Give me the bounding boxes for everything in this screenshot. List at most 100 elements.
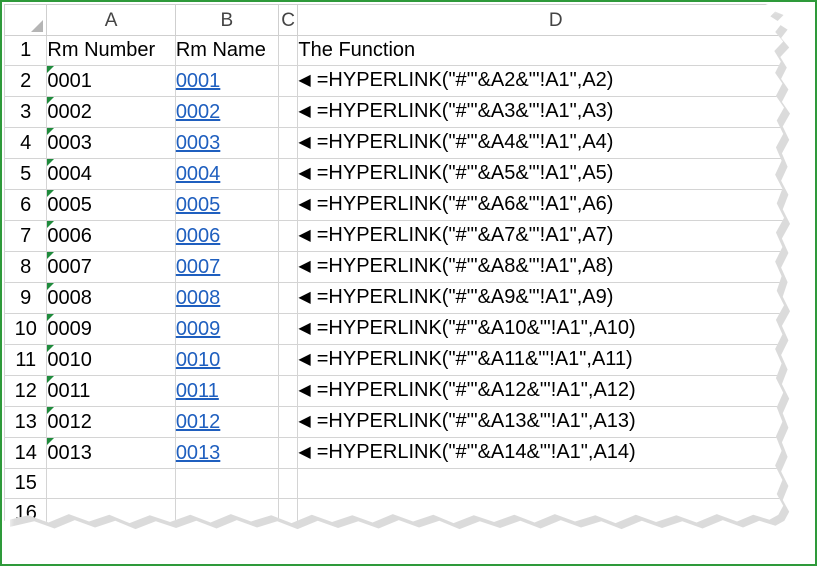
cell-rm-name[interactable]: 0001 <box>174 65 279 97</box>
cell-c[interactable] <box>277 344 299 376</box>
cell-c[interactable] <box>277 313 299 345</box>
rm-name-hyperlink[interactable]: 0009 <box>176 318 221 340</box>
cell-c[interactable] <box>277 65 299 97</box>
cell-function[interactable]: ◀ =HYPERLINK("#'"&A12&"'!A1",A12) <box>297 375 785 407</box>
row-header[interactable]: 13 <box>4 406 48 438</box>
column-header-d[interactable]: D <box>297 4 785 36</box>
column-header-a[interactable]: A <box>46 4 176 36</box>
cell-function[interactable]: ◀ =HYPERLINK("#'"&A11&"'!A1",A11) <box>297 344 785 376</box>
cell-c[interactable] <box>277 189 299 221</box>
cell-header-rm-number[interactable]: Rm Number <box>46 35 176 66</box>
cell-empty[interactable] <box>277 468 299 499</box>
cell-rm-number[interactable]: 0009 <box>46 313 176 345</box>
cell-function[interactable]: ◀ =HYPERLINK("#'"&A6&"'!A1",A6) <box>297 189 785 221</box>
cell-empty[interactable] <box>297 468 785 499</box>
row-header[interactable]: 11 <box>4 344 48 376</box>
rm-name-hyperlink[interactable]: 0007 <box>176 256 221 278</box>
rm-name-hyperlink[interactable]: 0012 <box>176 411 221 433</box>
error-indicator-icon <box>47 314 55 321</box>
cell-c[interactable] <box>277 437 299 469</box>
cell-function[interactable]: ◀ =HYPERLINK("#'"&A5&"'!A1",A5) <box>297 158 785 190</box>
row-header[interactable]: 12 <box>4 375 48 407</box>
cell-function[interactable]: ◀ =HYPERLINK("#'"&A4&"'!A1",A4) <box>297 127 785 159</box>
select-all-corner[interactable] <box>4 4 48 36</box>
cell-c[interactable] <box>277 158 299 190</box>
row-header[interactable]: 8 <box>4 251 48 283</box>
cell-c[interactable] <box>277 406 299 438</box>
cell-rm-number[interactable]: 0004 <box>46 158 176 190</box>
cell-empty[interactable] <box>46 468 176 499</box>
rm-name-hyperlink[interactable]: 0001 <box>176 70 221 92</box>
cell-rm-number[interactable]: 0013 <box>46 437 176 469</box>
cell-rm-name[interactable]: 0010 <box>174 344 279 376</box>
row-header[interactable]: 7 <box>4 220 48 252</box>
rm-name-hyperlink[interactable]: 0004 <box>176 163 221 185</box>
cell-rm-name[interactable]: 0007 <box>174 251 279 283</box>
rm-name-hyperlink[interactable]: 0006 <box>176 225 221 247</box>
cell-function[interactable]: ◀ =HYPERLINK("#'"&A3&"'!A1",A3) <box>297 96 785 128</box>
cell-rm-name[interactable]: 0005 <box>174 189 279 221</box>
column-header-c[interactable]: C <box>277 4 299 36</box>
row-header[interactable]: 2 <box>4 65 48 97</box>
row-header[interactable]: 1 <box>4 35 48 66</box>
cell-empty[interactable] <box>174 468 279 499</box>
cell-rm-name[interactable]: 0002 <box>174 96 279 128</box>
row-header[interactable]: 15 <box>4 468 48 499</box>
cell-rm-name[interactable]: 0004 <box>174 158 279 190</box>
function-text: =HYPERLINK("#'"&A12&"'!A1",A12) <box>316 379 636 401</box>
cell-rm-number[interactable]: 0010 <box>46 344 176 376</box>
cell-header-function[interactable]: The Function <box>297 35 785 66</box>
cell-rm-name[interactable]: 0011 <box>174 375 279 407</box>
cell-c[interactable] <box>277 96 299 128</box>
cell-function[interactable]: ◀ =HYPERLINK("#'"&A8&"'!A1",A8) <box>297 251 785 283</box>
row-header[interactable]: 3 <box>4 96 48 128</box>
error-indicator-icon <box>47 190 55 197</box>
cell-c[interactable] <box>277 127 299 159</box>
error-indicator-icon <box>47 345 55 352</box>
cell-header-rm-name[interactable]: Rm Name <box>174 35 279 66</box>
cell-empty[interactable] <box>46 498 176 524</box>
cell-rm-name[interactable]: 0013 <box>174 437 279 469</box>
cell-rm-number[interactable]: 0007 <box>46 251 176 283</box>
cell-rm-number[interactable]: 0003 <box>46 127 176 159</box>
rm-name-hyperlink[interactable]: 0010 <box>176 349 221 371</box>
row-header[interactable]: 5 <box>4 158 48 190</box>
cell-rm-number[interactable]: 0006 <box>46 220 176 252</box>
cell-function[interactable]: ◀ =HYPERLINK("#'"&A14&"'!A1",A14) <box>297 437 785 469</box>
row-header[interactable]: 4 <box>4 127 48 159</box>
rm-name-hyperlink[interactable]: 0013 <box>176 442 221 464</box>
cell-rm-name[interactable]: 0009 <box>174 313 279 345</box>
cell-rm-number[interactable]: 0011 <box>46 375 176 407</box>
cell-function[interactable]: ◀ =HYPERLINK("#'"&A10&"'!A1",A10) <box>297 313 785 345</box>
row-header[interactable]: 10 <box>4 313 48 345</box>
cell-rm-number[interactable]: 0008 <box>46 282 176 314</box>
cell-function[interactable]: ◀ =HYPERLINK("#'"&A13&"'!A1",A13) <box>297 406 785 438</box>
rm-name-hyperlink[interactable]: 0002 <box>176 101 221 123</box>
row-header[interactable]: 6 <box>4 189 48 221</box>
cell-c[interactable] <box>277 375 299 407</box>
cell-c[interactable] <box>277 251 299 283</box>
rm-name-hyperlink[interactable]: 0003 <box>176 132 221 154</box>
rm-name-hyperlink[interactable]: 0011 <box>176 380 219 402</box>
table-row: 11 0010 0010 ◀ =HYPERLINK("#'"&A11&"'!A1",A1… <box>4 344 785 376</box>
cell-c[interactable] <box>277 282 299 314</box>
cell-function[interactable]: ◀ =HYPERLINK("#'"&A9&"'!A1",A9) <box>297 282 785 314</box>
screenshot-frame: A B C D 1 Rm Number Rm Name The Function… <box>0 0 817 566</box>
cell-c[interactable] <box>277 220 299 252</box>
cell-rm-number[interactable]: 0012 <box>46 406 176 438</box>
cell-rm-name[interactable]: 0006 <box>174 220 279 252</box>
cell-rm-name[interactable]: 0003 <box>174 127 279 159</box>
cell-header-c[interactable] <box>277 35 299 66</box>
column-header-b[interactable]: B <box>174 4 279 36</box>
cell-function[interactable]: ◀ =HYPERLINK("#'"&A7&"'!A1",A7) <box>297 220 785 252</box>
cell-rm-number[interactable]: 0001 <box>46 65 176 97</box>
cell-rm-name[interactable]: 0008 <box>174 282 279 314</box>
row-header[interactable]: 14 <box>4 437 48 469</box>
rm-name-hyperlink[interactable]: 0005 <box>176 194 221 216</box>
cell-rm-number[interactable]: 0002 <box>46 96 176 128</box>
cell-rm-name[interactable]: 0012 <box>174 406 279 438</box>
cell-function[interactable]: ◀ =HYPERLINK("#'"&A2&"'!A1",A2) <box>297 65 785 97</box>
row-header[interactable]: 9 <box>4 282 48 314</box>
cell-rm-number[interactable]: 0005 <box>46 189 176 221</box>
rm-name-hyperlink[interactable]: 0008 <box>176 287 221 309</box>
